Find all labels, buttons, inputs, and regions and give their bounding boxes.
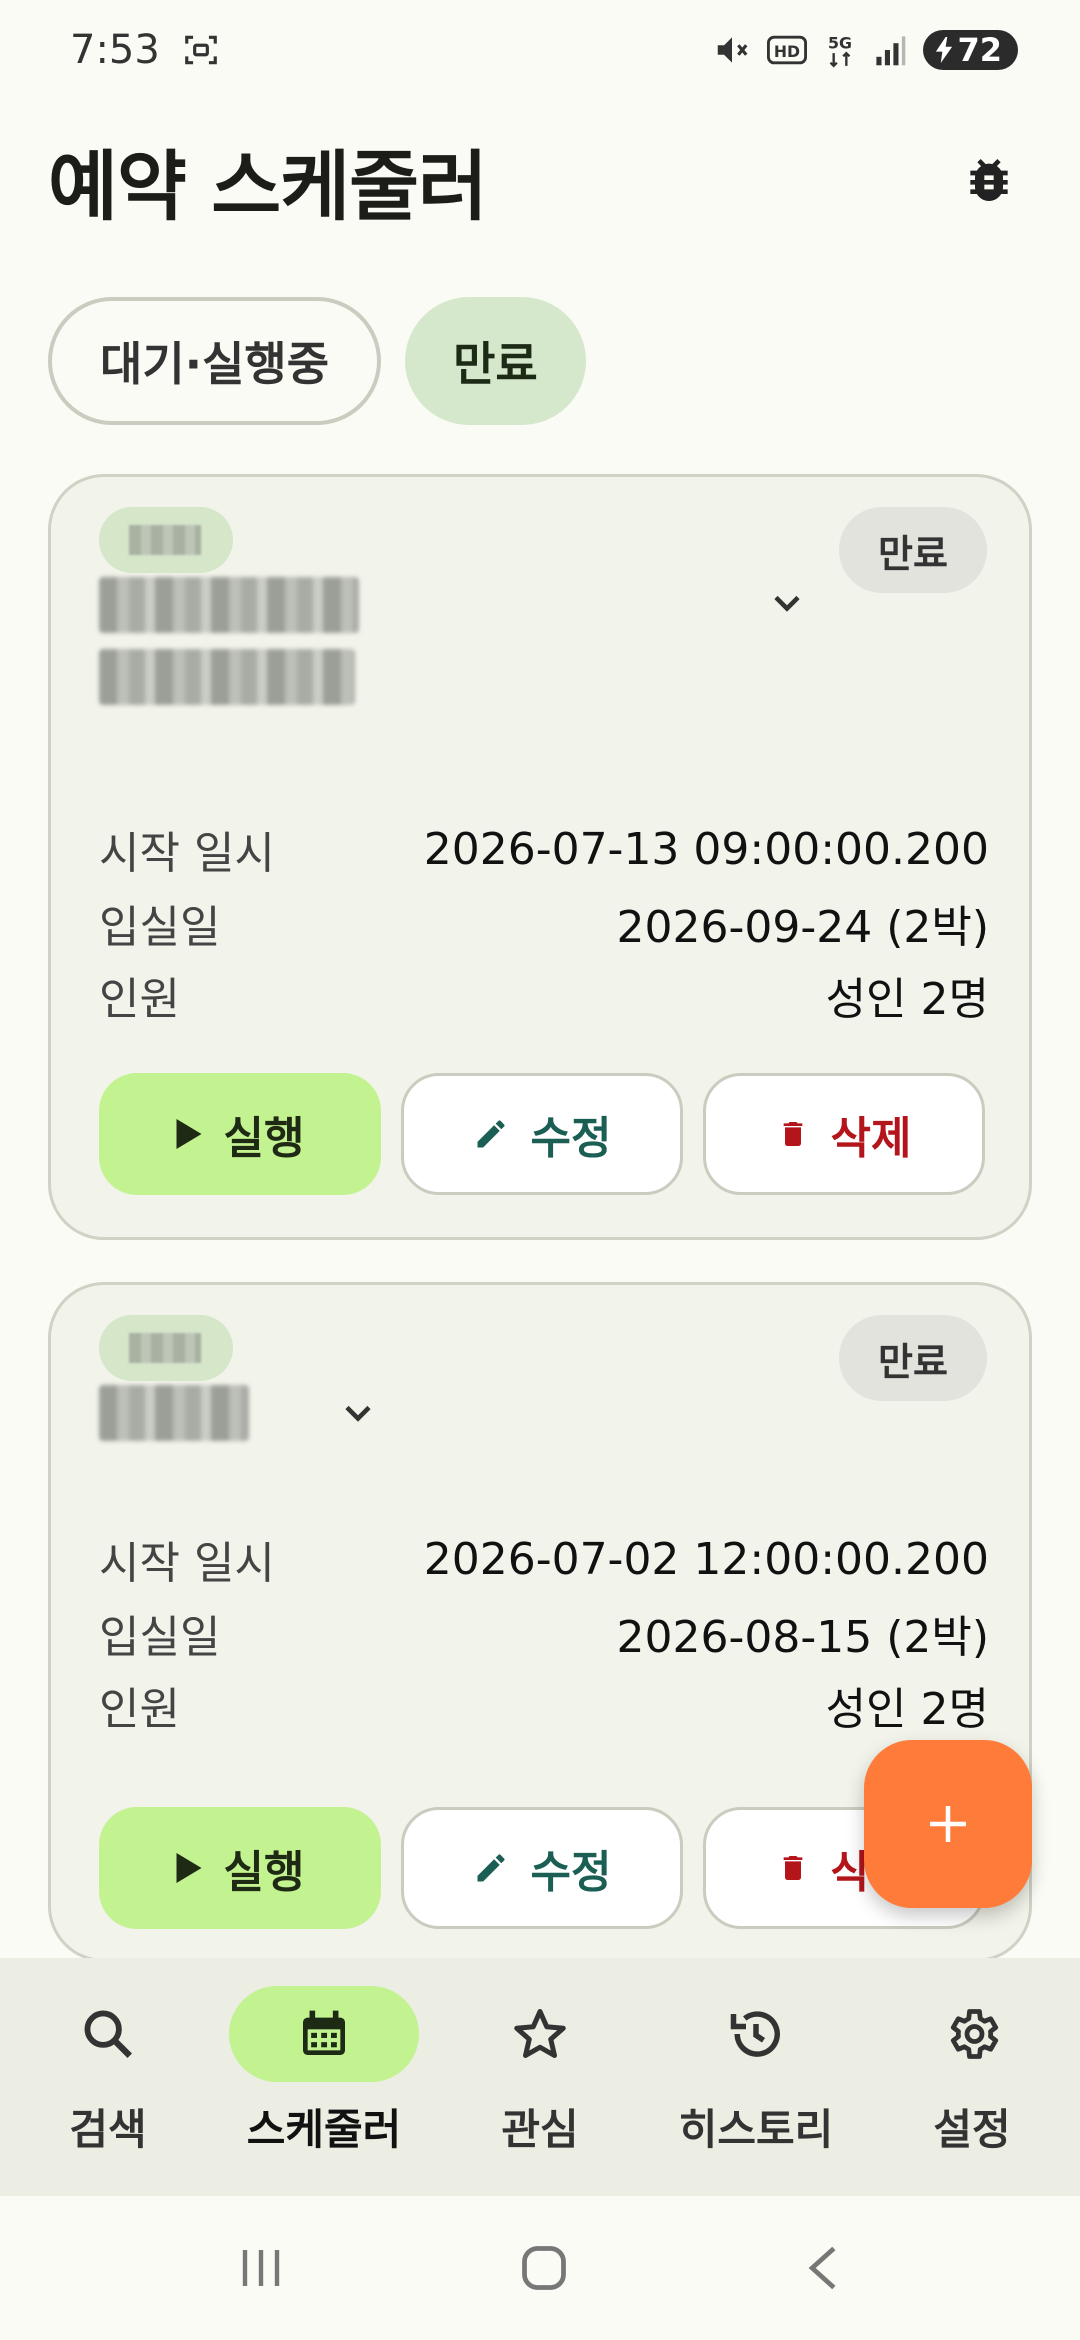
edit-label: 수정	[530, 1113, 612, 1164]
info-row-start: 시작 일시 2026-07-02 12:00:00.200	[99, 1527, 989, 1591]
info-row-checkin: 입실일 2026-09-24 (2박)	[99, 891, 989, 955]
run-label: 실행	[223, 1847, 305, 1898]
status-bar: 7:53 HD 5G 72	[0, 0, 1080, 100]
trash-icon	[783, 1856, 802, 1880]
info-label: 시작 일시	[99, 1538, 275, 1589]
pencil-icon	[477, 1120, 505, 1148]
info-value: 2026-09-24 (2박)	[616, 902, 990, 953]
nav-item-favorites[interactable]: 관심	[432, 1986, 648, 2157]
redacted-title-line	[99, 649, 355, 705]
hd-icon: HD	[767, 34, 808, 66]
run-label: 실행	[223, 1113, 305, 1164]
info-value: 2026-07-13 09:00:00.200	[423, 823, 989, 875]
info-row-guests: 인원 성인 2명	[99, 1673, 989, 1737]
edit-label: 수정	[530, 1847, 612, 1898]
info-value: 2026-08-15 (2박)	[616, 1612, 990, 1663]
search-icon	[84, 2010, 132, 2058]
add-reservation-button[interactable]	[864, 1740, 1032, 1908]
plus-icon	[930, 1806, 966, 1842]
delete-button[interactable]: 삭제	[703, 1073, 985, 1195]
svg-text:5G: 5G	[828, 33, 852, 52]
nav-item-scheduler[interactable]: 스케줄러	[216, 1986, 432, 2157]
delete-label: 삭제	[830, 1113, 912, 1164]
chevron-down-icon[interactable]	[765, 581, 809, 625]
reservation-card[interactable]: 만료 시작 일시 2026-07-13 09:00:00.200 입실일 202…	[48, 474, 1032, 1240]
bug-icon[interactable]	[954, 145, 1024, 215]
star-icon	[514, 2009, 566, 2058]
play-icon	[176, 1853, 202, 1883]
bottom-nav: 검색 스케줄러 관심 히스토리 설정	[0, 1958, 1080, 2196]
info-row-start: 시작 일시 2026-07-13 09:00:00.200	[99, 817, 989, 881]
redacted-tag	[99, 507, 233, 573]
system-nav-bar	[0, 2196, 1080, 2340]
status-badge: 만료	[839, 1315, 987, 1401]
signal-icon	[873, 33, 907, 67]
info-label: 시작 일시	[99, 828, 275, 879]
nav-label: 검색	[69, 2105, 147, 2154]
5g-icon: 5G	[823, 31, 857, 69]
edit-button[interactable]: 수정	[401, 1073, 683, 1195]
play-icon	[176, 1119, 202, 1149]
status-time: 7:53	[70, 27, 160, 73]
chevron-down-icon[interactable]	[336, 1391, 380, 1435]
nav-label: 스케줄러	[246, 2105, 402, 2154]
svg-text:HD: HD	[774, 42, 800, 61]
redacted-tag	[99, 1315, 233, 1381]
status-badge: 만료	[839, 507, 987, 593]
info-label: 인원	[99, 1684, 180, 1735]
redacted-title-line	[99, 577, 359, 633]
gear-icon	[950, 2009, 999, 2059]
nav-label: 설정	[933, 2105, 1011, 2154]
page-title: 예약 스케줄러	[48, 142, 488, 231]
nav-item-settings[interactable]: 설정	[864, 1986, 1080, 2157]
info-value: 성인 2명	[825, 1684, 989, 1735]
pencil-icon	[477, 1854, 505, 1882]
app-header: 예약 스케줄러	[0, 120, 1080, 240]
nav-label: 히스토리	[678, 2105, 834, 2154]
info-value: 2026-07-02 12:00:00.200	[423, 1533, 989, 1585]
mute-icon	[713, 31, 751, 69]
info-value: 성인 2명	[825, 974, 989, 1025]
recent-apps-icon[interactable]	[235, 2244, 287, 2292]
nav-item-history[interactable]: 히스토리	[648, 1986, 864, 2157]
back-icon[interactable]	[801, 2242, 845, 2294]
info-label: 입실일	[99, 1612, 221, 1663]
history-icon	[730, 2011, 780, 2057]
nav-label: 관심	[501, 2105, 579, 2154]
run-button[interactable]: 실행	[99, 1807, 381, 1929]
edit-button[interactable]: 수정	[401, 1807, 683, 1929]
nav-item-search[interactable]: 검색	[0, 1986, 216, 2157]
calendar-icon	[303, 2010, 345, 2055]
run-button[interactable]: 실행	[99, 1073, 381, 1195]
home-icon[interactable]	[518, 2242, 570, 2294]
info-row-checkin: 입실일 2026-08-15 (2박)	[99, 1601, 989, 1665]
info-row-guests: 인원 성인 2명	[99, 963, 989, 1027]
redacted-title-line	[99, 1385, 249, 1441]
filter-chips: 대기·실행중 만료	[48, 297, 586, 425]
filter-chip-expired[interactable]: 만료	[405, 297, 586, 425]
battery-icon: 72	[923, 30, 1018, 70]
filter-chip-pending[interactable]: 대기·실행중	[48, 297, 382, 425]
trash-icon	[783, 1122, 802, 1146]
info-label: 입실일	[99, 902, 221, 953]
screenshot-icon	[182, 31, 220, 69]
battery-level: 72	[957, 31, 1002, 69]
info-label: 인원	[99, 974, 180, 1025]
